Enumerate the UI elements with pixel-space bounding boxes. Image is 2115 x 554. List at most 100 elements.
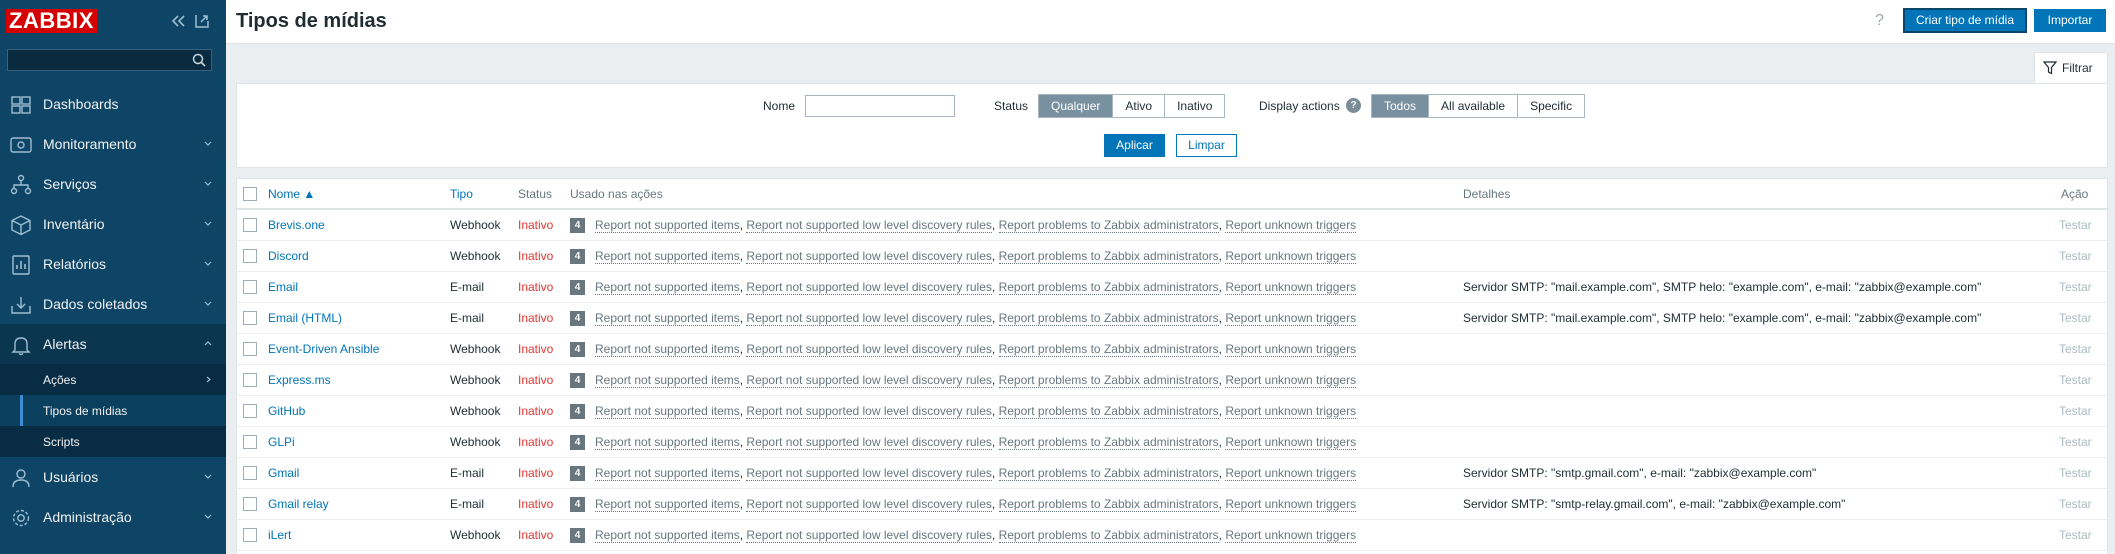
action-link[interactable]: Report not supported items (595, 466, 740, 481)
status-toggle-link[interactable]: Inativo (518, 373, 553, 387)
filter-tab[interactable]: Filtrar (2034, 52, 2108, 83)
action-link[interactable]: Report problems to Zabbix administrators (998, 373, 1219, 388)
status-toggle-link[interactable]: Inativo (518, 528, 553, 542)
status-toggle-link[interactable]: Inativo (518, 342, 553, 356)
test-link[interactable]: Testar (2059, 466, 2092, 480)
submenu-item-media-types[interactable]: Tipos de mídias (0, 395, 226, 426)
status-toggle-link[interactable]: Inativo (518, 311, 553, 325)
status-option-inactive[interactable]: Inativo (1165, 95, 1225, 117)
action-link[interactable]: Report not supported low level discovery… (746, 435, 992, 450)
status-toggle-link[interactable]: Inativo (518, 497, 553, 511)
name-filter-input[interactable] (805, 95, 955, 117)
status-option-active[interactable]: Ativo (1113, 95, 1166, 117)
action-link[interactable]: Report not supported low level discovery… (746, 311, 992, 326)
action-link[interactable]: Report unknown triggers (1225, 218, 1357, 233)
menu-item-reports[interactable]: Relatórios (0, 244, 226, 284)
action-link[interactable]: Report unknown triggers (1225, 435, 1357, 450)
row-checkbox[interactable] (243, 218, 257, 232)
action-link[interactable]: Report not supported low level discovery… (746, 280, 992, 295)
media-type-name-link[interactable]: Gmail relay (268, 497, 329, 511)
action-link[interactable]: Report problems to Zabbix administrators (998, 404, 1219, 419)
media-type-name-link[interactable]: Event-Driven Ansible (268, 342, 379, 356)
row-checkbox[interactable] (243, 404, 257, 418)
test-link[interactable]: Testar (2059, 528, 2092, 542)
action-link[interactable]: Report not supported low level discovery… (746, 373, 992, 388)
row-checkbox[interactable] (243, 311, 257, 325)
action-link[interactable]: Report not supported items (595, 528, 740, 543)
action-link[interactable]: Report problems to Zabbix administrators (998, 466, 1219, 481)
sidebar-search-input[interactable] (7, 49, 212, 71)
action-link[interactable]: Report not supported items (595, 404, 740, 419)
action-link[interactable]: Report not supported low level discovery… (746, 218, 992, 233)
action-link[interactable]: Report not supported items (595, 218, 740, 233)
action-link[interactable]: Report not supported items (595, 311, 740, 326)
display-option-all-available[interactable]: All available (1429, 95, 1519, 117)
action-link[interactable]: Report problems to Zabbix administrators (998, 528, 1219, 543)
action-link[interactable]: Report not supported low level discovery… (746, 528, 992, 543)
action-link[interactable]: Report not supported items (595, 342, 740, 357)
action-link[interactable]: Report problems to Zabbix administrators (998, 311, 1219, 326)
row-checkbox[interactable] (243, 249, 257, 263)
display-option-all[interactable]: Todos (1372, 95, 1430, 117)
status-toggle-link[interactable]: Inativo (518, 280, 553, 294)
menu-item-inventory[interactable]: Inventário (0, 204, 226, 244)
display-option-specific[interactable]: Specific (1518, 95, 1585, 117)
test-link[interactable]: Testar (2059, 249, 2092, 263)
column-header-type[interactable]: Tipo (450, 187, 473, 201)
test-link[interactable]: Testar (2059, 280, 2092, 294)
action-link[interactable]: Report unknown triggers (1225, 342, 1357, 357)
select-all-checkbox[interactable] (243, 187, 257, 201)
action-link[interactable]: Report problems to Zabbix administrators (998, 218, 1219, 233)
action-link[interactable]: Report not supported low level discovery… (746, 249, 992, 264)
action-link[interactable]: Report problems to Zabbix administrators (998, 342, 1219, 357)
action-link[interactable]: Report not supported items (595, 373, 740, 388)
action-link[interactable]: Report not supported low level discovery… (746, 497, 992, 512)
status-option-any[interactable]: Qualquer (1039, 95, 1114, 117)
test-link[interactable]: Testar (2059, 342, 2092, 356)
menu-item-administration[interactable]: Administração (0, 497, 226, 537)
media-type-name-link[interactable]: Gmail (268, 466, 299, 480)
media-type-name-link[interactable]: Email (HTML) (268, 311, 342, 325)
action-link[interactable]: Report unknown triggers (1225, 528, 1357, 543)
action-link[interactable]: Report unknown triggers (1225, 466, 1357, 481)
action-link[interactable]: Report problems to Zabbix administrators (998, 497, 1219, 512)
action-link[interactable]: Report not supported low level discovery… (746, 404, 992, 419)
action-link[interactable]: Report not supported items (595, 497, 740, 512)
display-actions-help-icon[interactable]: ? (1346, 98, 1361, 113)
menu-item-monitoring[interactable]: Monitoramento (0, 124, 226, 164)
action-link[interactable]: Report unknown triggers (1225, 373, 1357, 388)
test-link[interactable]: Testar (2059, 311, 2092, 325)
apply-filter-button[interactable]: Aplicar (1104, 134, 1165, 157)
action-link[interactable]: Report problems to Zabbix administrators (998, 249, 1219, 264)
action-link[interactable]: Report not supported low level discovery… (746, 342, 992, 357)
action-link[interactable]: Report unknown triggers (1225, 497, 1357, 512)
menu-item-users[interactable]: Usuários (0, 457, 226, 497)
test-link[interactable]: Testar (2059, 373, 2092, 387)
action-link[interactable]: Report not supported items (595, 280, 740, 295)
media-type-name-link[interactable]: iLert (268, 528, 291, 542)
menu-item-alerts[interactable]: Alertas (0, 324, 226, 364)
status-toggle-link[interactable]: Inativo (518, 435, 553, 449)
action-link[interactable]: Report unknown triggers (1225, 249, 1357, 264)
submenu-item-actions[interactable]: Ações (0, 364, 226, 395)
media-type-name-link[interactable]: Discord (268, 249, 309, 263)
status-toggle-link[interactable]: Inativo (518, 466, 553, 480)
media-type-name-link[interactable]: GLPi (268, 435, 295, 449)
menu-item-dashboards[interactable]: Dashboards (0, 84, 226, 124)
action-link[interactable]: Report problems to Zabbix administrators (998, 435, 1219, 450)
action-link[interactable]: Report unknown triggers (1225, 280, 1357, 295)
status-toggle-link[interactable]: Inativo (518, 404, 553, 418)
status-toggle-link[interactable]: Inativo (518, 218, 553, 232)
action-link[interactable]: Report not supported items (595, 249, 740, 264)
column-header-name[interactable]: Nome ▲ (268, 187, 315, 201)
submenu-item-scripts[interactable]: Scripts (0, 426, 226, 457)
create-media-type-button[interactable]: Criar tipo de mídia (1903, 8, 2027, 33)
menu-item-services[interactable]: Serviços (0, 164, 226, 204)
menu-item-data-collection[interactable]: Dados coletados (0, 284, 226, 324)
row-checkbox[interactable] (243, 528, 257, 542)
media-type-name-link[interactable]: GitHub (268, 404, 305, 418)
test-link[interactable]: Testar (2059, 218, 2092, 232)
zabbix-logo[interactable]: ZABBIX (6, 9, 97, 33)
help-icon[interactable]: ? (1875, 12, 1889, 30)
row-checkbox[interactable] (243, 342, 257, 356)
